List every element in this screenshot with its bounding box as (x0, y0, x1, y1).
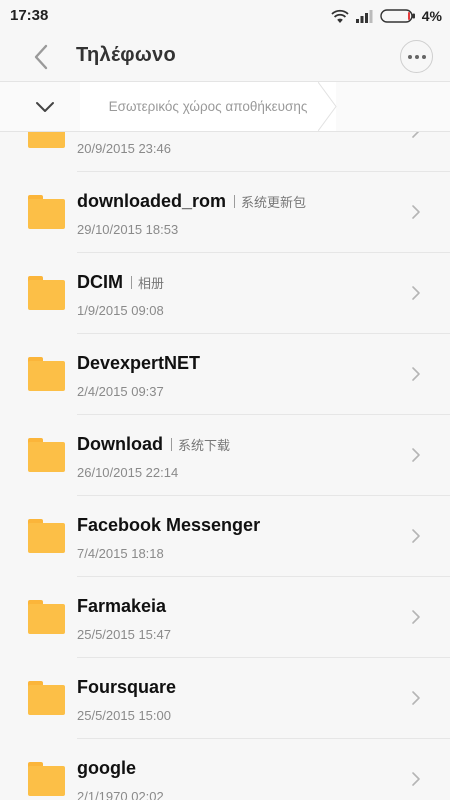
item-title-line: downloaded_rom 系统更新包 (77, 189, 306, 213)
status-time: 17:38 (10, 7, 49, 24)
app-header: Τηλέφωνο (0, 32, 450, 81)
item-date: 25/5/2015 15:00 (77, 708, 171, 723)
folder-icon (28, 600, 65, 634)
tag-separator (234, 194, 236, 208)
item-name: Download (77, 433, 163, 454)
chevron-right-icon (412, 610, 420, 624)
folder-icon (28, 681, 65, 715)
list-item[interactable]: 20/9/2015 23:46 (0, 132, 450, 172)
chevron-down-icon (36, 102, 54, 112)
folder-icon (28, 195, 65, 229)
breadcrumb-expand-button[interactable] (28, 94, 62, 120)
breadcrumb-arrow-icon (318, 82, 337, 131)
item-name: downloaded_rom (77, 190, 227, 211)
item-title-line: google (77, 756, 136, 780)
item-date: 26/10/2015 22:14 (77, 465, 179, 480)
item-title-line: Farmakeia (77, 594, 166, 618)
back-arrow-icon (34, 44, 48, 70)
file-list[interactable]: 20/9/2015 23:46 downloaded_rom 系统更新包 29/… (0, 132, 450, 800)
item-title-line: DCIM 相册 (77, 270, 164, 294)
folder-icon (28, 132, 65, 148)
breadcrumb-label: Εσωτερικός χώρος αποθήκευσης (108, 99, 308, 114)
item-date: 29/10/2015 18:53 (77, 222, 179, 237)
item-title-line: Foursquare (77, 675, 176, 699)
item-date: 25/5/2015 15:47 (77, 627, 171, 642)
breadcrumb-segment[interactable]: Εσωτερικός χώρος αποθήκευσης (80, 82, 336, 131)
item-date: 2/1/1970 02:02 (77, 789, 164, 800)
chevron-right-icon (412, 448, 420, 462)
item-name: google (77, 757, 136, 778)
more-options-button[interactable] (400, 40, 433, 73)
item-tag: 相册 (138, 275, 165, 291)
status-icons: 4% (330, 6, 442, 26)
more-dot-icon (414, 54, 419, 59)
item-tag: 系统更新包 (241, 194, 307, 210)
battery-icon (380, 9, 415, 23)
more-dot-icon (421, 54, 426, 59)
breadcrumb: Εσωτερικός χώρος αποθήκευσης (0, 81, 450, 132)
list-item[interactable]: Foursquare 25/5/2015 15:00 (0, 658, 450, 739)
item-name: Farmakeia (77, 595, 167, 616)
chevron-right-icon (412, 132, 420, 138)
item-name: DCIM (77, 271, 123, 292)
page-title: Τηλέφωνο (76, 44, 177, 66)
tag-separator (171, 437, 172, 451)
chevron-right-icon (412, 691, 420, 705)
back-button[interactable] (24, 40, 58, 74)
item-name: Foursquare (77, 676, 177, 697)
chevron-right-icon (412, 529, 420, 543)
folder-icon (28, 438, 65, 472)
chevron-right-icon (412, 772, 420, 786)
folder-icon (28, 357, 65, 391)
list-item[interactable]: Download 系统下载 26/10/2015 22:14 (0, 415, 450, 496)
item-date: 1/9/2015 09:08 (77, 303, 164, 318)
item-name: Facebook Messenger (77, 514, 261, 535)
item-title-line: Facebook Messenger (77, 513, 260, 537)
item-title-line: Download 系统下载 (77, 432, 230, 456)
item-tag: 系统下载 (178, 437, 231, 453)
folder-icon (28, 276, 65, 310)
item-name: DevexpertNET (77, 352, 201, 373)
item-date: 2/4/2015 09:37 (77, 384, 164, 399)
item-date: 7/4/2015 18:18 (77, 546, 164, 561)
tag-separator (131, 275, 132, 289)
signal-icon (355, 10, 373, 23)
chevron-right-icon (412, 367, 420, 381)
folder-icon (28, 762, 65, 796)
wifi-icon (331, 9, 349, 23)
list-item[interactable]: Facebook Messenger 7/4/2015 18:18 (0, 496, 450, 577)
battery-percent: 4% (421, 8, 442, 24)
item-date: 20/9/2015 23:46 (77, 141, 171, 156)
list-item[interactable]: DevexpertNET 2/4/2015 09:37 (0, 334, 450, 415)
list-item[interactable]: DCIM 相册 1/9/2015 09:08 (0, 253, 450, 334)
more-dot-icon (407, 54, 412, 59)
list-item[interactable]: google 2/1/1970 02:02 (0, 739, 450, 800)
folder-icon (28, 519, 65, 553)
chevron-right-icon (412, 205, 420, 219)
chevron-right-icon (412, 286, 420, 300)
list-item[interactable]: downloaded_rom 系统更新包 29/10/2015 18:53 (0, 172, 450, 253)
list-item[interactable]: Farmakeia 25/5/2015 15:47 (0, 577, 450, 658)
item-title-line: DevexpertNET (77, 351, 200, 375)
status-bar: 17:38 4% (0, 0, 450, 32)
